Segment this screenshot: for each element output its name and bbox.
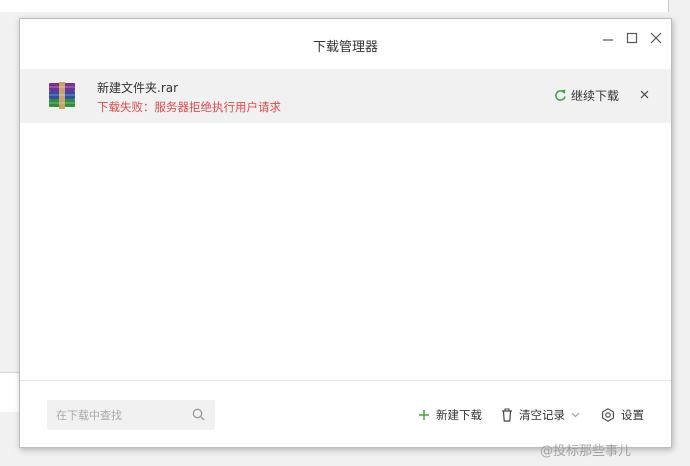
search-input[interactable] xyxy=(47,400,187,430)
maximize-icon xyxy=(626,32,638,44)
download-item[interactable]: 新建文件夹.rar 下载失败：服务器拒绝执行用户请求 继续下载 xyxy=(20,69,671,123)
resume-download-button[interactable]: 继续下载 xyxy=(554,87,619,104)
title-bar: 下载管理器 xyxy=(20,19,671,69)
chevron-down-icon[interactable] xyxy=(571,412,580,418)
refresh-icon xyxy=(555,89,566,101)
settings-label: 设置 xyxy=(621,408,644,422)
download-manager-window: 下载管理器 新建文件夹.rar 下载失败：服务器拒绝执行用户请求 继续下载 在下… xyxy=(19,18,672,448)
window-title: 下载管理器 xyxy=(312,40,378,55)
close-icon xyxy=(640,90,648,98)
search-box xyxy=(47,400,215,430)
close-button[interactable] xyxy=(646,29,666,47)
gear-icon xyxy=(602,408,614,422)
minimize-icon xyxy=(603,39,613,41)
search-icon[interactable] xyxy=(192,408,205,421)
settings-button[interactable]: 设置 xyxy=(601,407,644,423)
clear-records-button[interactable]: 清空记录 xyxy=(501,407,580,423)
remove-download-button[interactable] xyxy=(638,88,650,100)
maximize-button[interactable] xyxy=(622,29,642,47)
watermark: @投标那些事儿 xyxy=(540,444,632,459)
minimize-button[interactable] xyxy=(598,29,618,47)
resume-download-label: 继续下载 xyxy=(571,89,620,103)
bottom-toolbar: 新建下载 清空记录 设置 xyxy=(20,380,671,447)
close-icon xyxy=(650,32,662,44)
background-window-fragment xyxy=(0,372,20,412)
download-status: 下载失败：服务器拒绝执行用户请求 xyxy=(97,100,281,114)
plus-icon xyxy=(419,410,429,420)
new-download-label: 新建下载 xyxy=(436,408,482,422)
file-name: 新建文件夹.rar xyxy=(97,81,179,95)
new-download-button[interactable]: 新建下载 xyxy=(418,407,482,423)
clear-records-label: 清空记录 xyxy=(519,408,565,422)
background-window-edge xyxy=(0,0,669,12)
trash-icon xyxy=(502,408,512,422)
winrar-archive-icon xyxy=(49,82,75,109)
